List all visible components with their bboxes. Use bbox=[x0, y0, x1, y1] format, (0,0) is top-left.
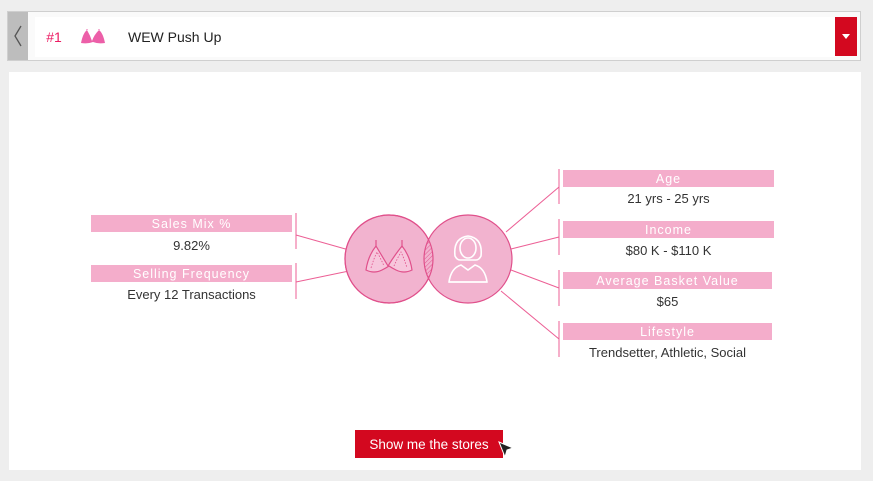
product-dropdown-button[interactable] bbox=[835, 17, 857, 56]
product-selector-bar: #1 WEW Push Up bbox=[7, 11, 861, 61]
customer-profile-panel: Sales Mix % 9.82% Selling Frequency Ever… bbox=[9, 72, 861, 470]
back-button[interactable] bbox=[8, 12, 28, 60]
lifestyle-label: Lifestyle bbox=[563, 323, 772, 340]
selling-frequency-value: Every 12 Transactions bbox=[127, 287, 256, 302]
age-value: 21 yrs - 25 yrs bbox=[627, 191, 710, 206]
income-label: Income bbox=[563, 221, 774, 238]
product-thumbnail bbox=[73, 17, 114, 57]
average-basket-value-label: Average Basket Value bbox=[563, 272, 772, 289]
mouse-pointer-icon bbox=[498, 441, 515, 459]
customer-circle bbox=[423, 214, 513, 304]
income-value: $80 K - $110 K bbox=[625, 243, 712, 258]
sales-mix-value: 9.82% bbox=[173, 238, 210, 253]
lifestyle-value: Trendsetter, Athletic, Social bbox=[588, 345, 747, 360]
age-label: Age bbox=[563, 170, 774, 187]
sales-mix-label: Sales Mix % bbox=[91, 215, 292, 232]
product-rank: #1 bbox=[35, 17, 74, 57]
average-basket-value-value: $65 bbox=[656, 294, 679, 309]
caret-down-icon bbox=[842, 34, 850, 39]
product-title-field[interactable]: WEW Push Up bbox=[113, 17, 836, 57]
selling-frequency-label: Selling Frequency bbox=[91, 265, 292, 282]
chevron-left-icon bbox=[14, 25, 22, 47]
product-name: WEW Push Up bbox=[128, 29, 222, 45]
show-stores-button[interactable]: Show me the stores bbox=[355, 430, 503, 458]
bra-icon bbox=[81, 29, 105, 44]
